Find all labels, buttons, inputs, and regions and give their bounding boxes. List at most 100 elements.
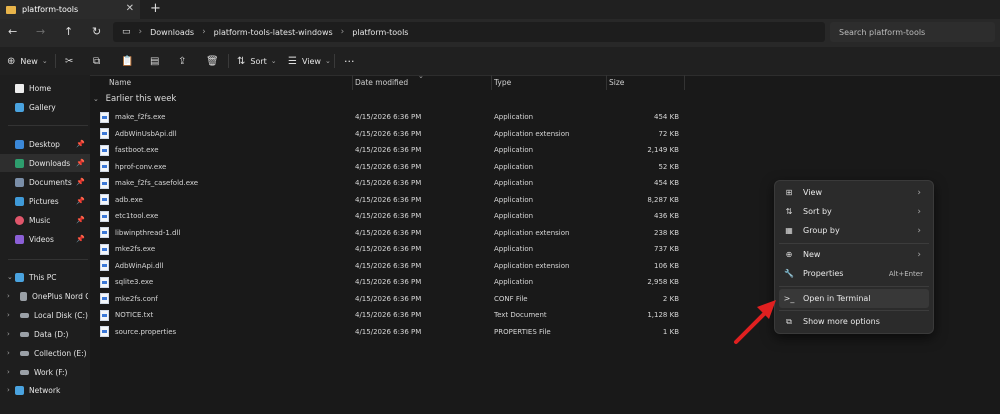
table-row[interactable]: source.properties 4/15/2026 6:36 PM PROPER… (90, 324, 775, 340)
table-row[interactable]: make_f2fs.exe 4/15/2026 6:36 PM Applicatio… (90, 109, 775, 125)
file-name[interactable]: source.properties (100, 324, 176, 340)
menu-item-group-by[interactable]: ▦ Group by › (779, 221, 929, 240)
file-size: 454 KB (654, 113, 679, 121)
file-name[interactable]: sqlite3.exe (100, 274, 153, 290)
menu-item-sort-by[interactable]: ⇅ Sort by › (779, 202, 929, 221)
file-name[interactable]: adb.exe (100, 192, 143, 208)
file-name[interactable]: AdbWinApi.dll (100, 258, 163, 274)
table-row[interactable]: hprof-conv.exe 4/15/2026 6:36 PM Applicati… (90, 159, 775, 175)
pin-icon[interactable]: 📌 (76, 216, 85, 224)
file-date-modified: 4/15/2026 6:36 PM (355, 113, 422, 121)
menu-item-new[interactable]: ⊕ New › (779, 245, 929, 264)
menu-item-properties[interactable]: 🔧 Properties Alt+Enter (779, 264, 929, 283)
view-button[interactable]: ☰ View ⌄ (288, 47, 331, 75)
file-name[interactable]: libwinpthread-1.dll (100, 225, 180, 241)
file-name[interactable]: mke2fs.conf (100, 291, 158, 307)
forward-icon[interactable]: → (36, 25, 45, 38)
file-name[interactable]: fastboot.exe (100, 142, 159, 158)
close-tab-icon[interactable]: ✕ (126, 3, 134, 14)
up-icon[interactable]: ↑ (64, 25, 73, 38)
share-icon[interactable]: ⇪ (178, 47, 191, 75)
new-tab-icon[interactable]: + (150, 1, 161, 16)
table-row[interactable]: NOTICE.txt 4/15/2026 6:36 PM Text Document… (90, 307, 775, 323)
file-name[interactable]: AdbWinUsbApi.dll (100, 126, 177, 142)
pin-icon[interactable]: 📌 (76, 197, 85, 205)
file-size: 2 KB (662, 294, 679, 303)
column-header-date-modified[interactable]: Date modified (355, 75, 408, 90)
column-header-name[interactable]: Name (109, 75, 131, 90)
rename-icon[interactable]: ▤ (150, 47, 164, 75)
sidebar-item-oneplus-nord-ce[interactable]: › OnePlus Nord CE (0, 287, 90, 305)
breadcrumb-downloads[interactable]: Downloads (150, 28, 194, 37)
table-row[interactable]: libwinpthread-1.dll 4/15/2026 6:36 PM Appl… (90, 225, 775, 241)
table-row[interactable]: adb.exe 4/15/2026 6:36 PM Application 8,287… (90, 192, 775, 208)
menu-item-label: Sort by (803, 207, 832, 216)
group-header[interactable]: ⌄ Earlier this week (93, 94, 176, 104)
sidebar-item-local-disk-c[interactable]: › Local Disk (C:) (0, 306, 90, 324)
chevron-right-icon[interactable]: › (7, 292, 10, 300)
table-row[interactable]: mke2fs.conf 4/15/2026 6:36 PM CONF File 2 K… (90, 291, 775, 307)
sidebar-item-work-f[interactable]: › Work (F:) (0, 363, 90, 381)
drive-icon (20, 331, 29, 337)
breadcrumb-platform-tools-latest-windows[interactable]: platform-tools-latest-windows (214, 28, 333, 37)
pin-icon[interactable]: 📌 (76, 159, 85, 167)
refresh-icon[interactable]: ↻ (92, 25, 101, 38)
file-name[interactable]: hprof-conv.exe (100, 159, 166, 175)
sidebar-item-music[interactable]: Music 📌 (0, 211, 90, 229)
table-row[interactable]: AdbWinApi.dll 4/15/2026 6:36 PM Applicatio… (90, 258, 775, 274)
sort-button[interactable]: ⇅ Sort ⌄ (237, 47, 277, 75)
sidebar-item-home[interactable]: Home (0, 79, 90, 97)
paste-icon[interactable]: 📋 (121, 47, 138, 75)
sidebar-item-documents[interactable]: Documents 📌 (0, 173, 90, 191)
sidebar-item-this-pc[interactable]: ⌄ This PC (0, 268, 90, 286)
menu-item-label: Properties (803, 269, 844, 278)
menu-item-show-more-options[interactable]: ⧉ Show more options (779, 312, 929, 331)
search-input[interactable]: Search platform-tools (830, 22, 995, 42)
delete-icon[interactable]: 🗑 (206, 47, 224, 75)
sidebar-item-gallery[interactable]: Gallery (0, 98, 90, 116)
sidebar-item-collection-e[interactable]: › Collection (E:) (0, 344, 90, 362)
table-row[interactable]: AdbWinUsbApi.dll 4/15/2026 6:36 PM Applica… (90, 126, 775, 142)
tab-platform-tools[interactable]: platform-tools ✕ (0, 0, 140, 19)
chevron-right-icon[interactable]: › (7, 330, 10, 338)
sidebar-item-downloads[interactable]: Downloads 📌 (0, 154, 90, 172)
copy-icon[interactable]: ⧉ (93, 47, 105, 75)
file-name[interactable]: make_f2fs_casefold.exe (100, 175, 198, 191)
column-header-size[interactable]: Size (609, 75, 624, 90)
table-row[interactable]: sqlite3.exe 4/15/2026 6:36 PM Application 2… (90, 274, 775, 290)
more-options-button[interactable]: ··· (344, 47, 355, 75)
sidebar-item-pictures[interactable]: Pictures 📌 (0, 192, 90, 210)
sidebar-item-network[interactable]: › Network (0, 381, 90, 399)
pin-icon[interactable]: 📌 (76, 178, 85, 186)
chevron-right-icon[interactable]: › (7, 311, 10, 319)
file-type: Text Document (494, 311, 547, 319)
column-header-type[interactable]: Type (494, 75, 511, 90)
new-button[interactable]: ⊕ New ⌄ (7, 47, 48, 75)
breadcrumb-platform-tools[interactable]: platform-tools (352, 28, 408, 37)
pin-icon[interactable]: 📌 (76, 140, 85, 148)
sidebar-item-desktop[interactable]: Desktop 📌 (0, 135, 90, 153)
file-name[interactable]: NOTICE.txt (100, 307, 153, 323)
file-name[interactable]: mke2fs.exe (100, 241, 155, 257)
sidebar-item-videos[interactable]: Videos 📌 (0, 230, 90, 248)
chevron-down-icon[interactable]: ⌄ (7, 273, 13, 281)
menu-item-view[interactable]: ⊞ View › (779, 183, 929, 202)
table-row[interactable]: make_f2fs_casefold.exe 4/15/2026 6:36 PM A… (90, 175, 775, 191)
file-name-label: AdbWinUsbApi.dll (115, 129, 177, 138)
table-row[interactable]: etc1tool.exe 4/15/2026 6:36 PM Application… (90, 208, 775, 224)
cut-icon[interactable]: ✂ (65, 47, 78, 75)
chevron-right-icon[interactable]: › (7, 368, 10, 376)
chevron-right-icon[interactable]: › (7, 386, 10, 394)
back-icon[interactable]: ← (8, 25, 17, 38)
table-row[interactable]: fastboot.exe 4/15/2026 6:36 PM Application… (90, 142, 775, 158)
table-row[interactable]: mke2fs.exe 4/15/2026 6:36 PM Application 73… (90, 241, 775, 257)
pin-icon[interactable]: 📌 (76, 235, 85, 243)
sidebar-item-data-d[interactable]: › Data (D:) (0, 325, 90, 343)
chevron-down-icon: ⌄ (93, 95, 99, 103)
file-name[interactable]: make_f2fs.exe (100, 109, 165, 125)
address-bar[interactable]: ▭ › Downloads › platform-tools-latest-wi… (113, 22, 825, 42)
chevron-right-icon: › (917, 225, 921, 236)
chevron-right-icon[interactable]: › (7, 349, 10, 357)
menu-item-open-in-terminal[interactable]: >_ Open in Terminal (779, 289, 929, 308)
file-name[interactable]: etc1tool.exe (100, 208, 158, 224)
